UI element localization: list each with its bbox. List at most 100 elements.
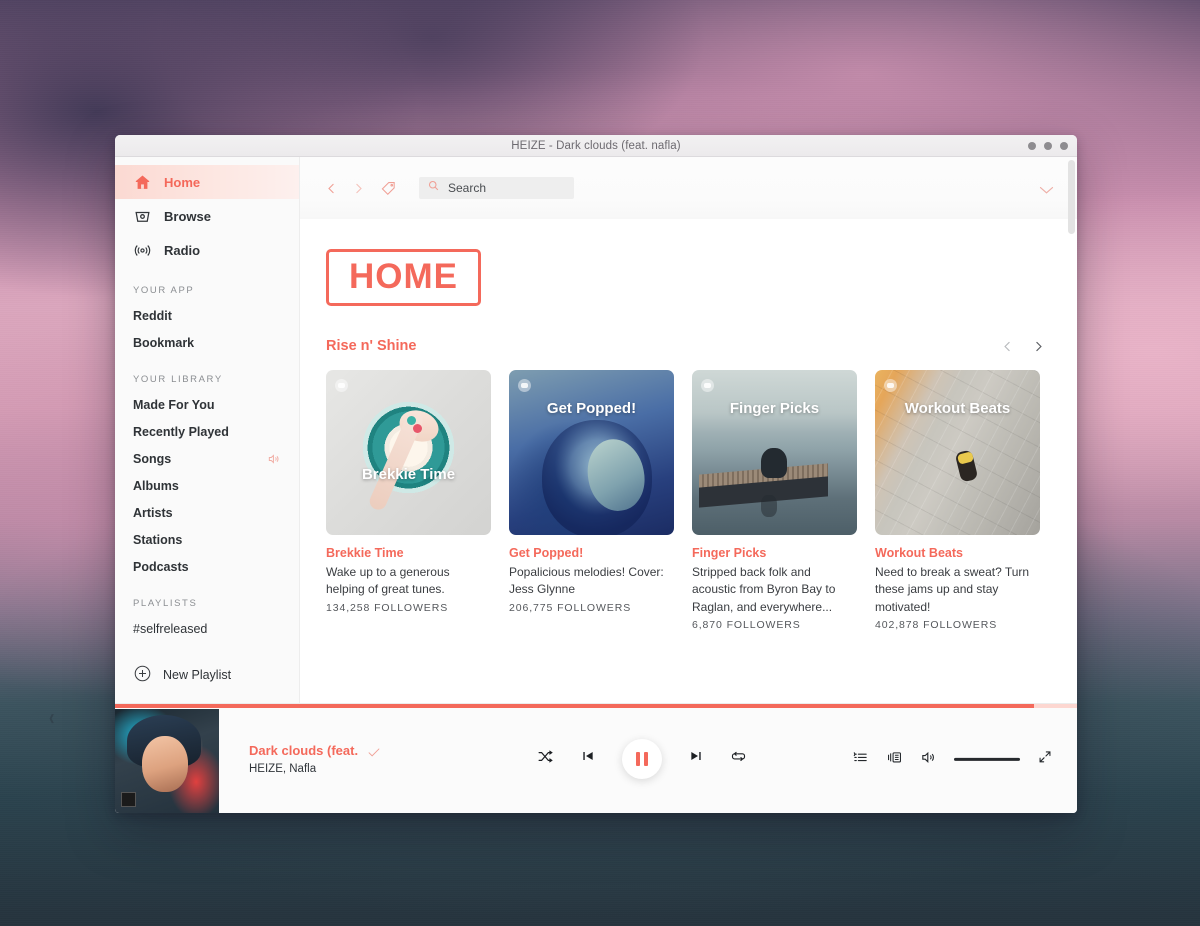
sidebar-item-browse[interactable]: Browse: [115, 199, 299, 233]
shelf-title: Rise n' Shine: [326, 338, 417, 354]
sidebar-item-podcasts-label: Podcasts: [133, 559, 189, 574]
radio-icon: [133, 241, 152, 260]
playlist-card[interactable]: Finger Picks Finger Picks Stripped back …: [692, 370, 857, 631]
window-close-button[interactable]: [1060, 141, 1068, 150]
cover-art-label: Brekkie Time: [361, 465, 456, 483]
album-art-thumbnail[interactable]: [115, 708, 219, 813]
chevron-down-icon[interactable]: [1038, 183, 1055, 194]
main-panel: Search HOME Rise n' Shine Brekkie Time B…: [300, 157, 1077, 703]
window-title: HEIZE - Dark clouds (feat. nafla): [511, 139, 681, 152]
sidebar-item-recently-played[interactable]: Recently Played: [115, 418, 299, 445]
back-button[interactable]: [324, 181, 339, 196]
playlist-followers: 402,878 FOLLOWERS: [875, 619, 998, 632]
search-placeholder: Search: [448, 181, 487, 195]
sidebar-item-albums-label: Albums: [133, 478, 179, 493]
playlist-cover-art[interactable]: Get Popped!: [509, 370, 674, 535]
sidebar-item-artists[interactable]: Artists: [115, 499, 299, 526]
sidebar-item-stations-label: Stations: [133, 532, 183, 547]
now-playing-artist[interactable]: HEIZE, Nafla: [249, 763, 499, 775]
window-titlebar[interactable]: HEIZE - Dark clouds (feat. nafla): [115, 135, 1077, 157]
playlist-cover-art[interactable]: Brekkie Time: [326, 370, 491, 535]
sidebar-item-bookmark-label: Bookmark: [133, 335, 195, 350]
browse-icon: [133, 207, 152, 226]
now-playing-info: Dark clouds (feat. HEIZE, Nafla: [249, 743, 499, 775]
album-face-shape: [142, 735, 189, 792]
sidebar-item-radio-label: Radio: [164, 242, 201, 258]
sidebar-item-reddit[interactable]: Reddit: [115, 302, 299, 329]
sidebar-item-made-for-you[interactable]: Made For You: [115, 391, 299, 418]
expand-icon[interactable]: [1037, 749, 1053, 770]
spotify-badge-icon: [884, 379, 897, 392]
home-icon: [133, 173, 152, 192]
cover-art-label: Workout Beats: [904, 399, 1011, 417]
playlist-followers: 134,258 FOLLOWERS: [326, 601, 449, 614]
new-playlist-label: New Playlist: [163, 668, 232, 682]
window-maximize-button[interactable]: [1044, 141, 1052, 150]
playback-progress-track[interactable]: [115, 704, 1077, 708]
shelf-prev-button[interactable]: [1001, 340, 1014, 353]
sidebar-item-selfreleased-label: #selfreleased: [133, 621, 208, 636]
content-scrollbar[interactable]: [1068, 160, 1075, 234]
play-pause-button[interactable]: [622, 738, 662, 779]
volume-slider[interactable]: [954, 757, 1020, 761]
sidebar-item-artists-label: Artists: [133, 505, 173, 520]
connect-device-icon[interactable]: [886, 748, 903, 770]
shelf-next-button[interactable]: [1032, 340, 1045, 353]
check-icon[interactable]: [367, 745, 381, 756]
playback-progress-fill: [115, 704, 1034, 708]
page-title: HOME: [349, 257, 458, 296]
forward-button[interactable]: [351, 181, 366, 196]
shelf-pagination: [1001, 340, 1045, 353]
repeat-icon[interactable]: [730, 748, 747, 770]
guitarist-silhouette: [761, 447, 788, 478]
playlist-cover-art[interactable]: Workout Beats: [875, 370, 1040, 535]
playlist-card[interactable]: Brekkie Time Brekkie Time Wake up to a g…: [326, 370, 491, 631]
new-playlist-button[interactable]: New Playlist: [115, 661, 299, 689]
sidebar-section-your-library: YOUR LIBRARY: [133, 374, 223, 385]
sidebar-item-home-label: Home: [164, 174, 201, 190]
playlist-title: Brekkie Time: [326, 546, 404, 560]
sidebar-item-songs[interactable]: Songs: [115, 445, 299, 472]
sidebar: Home Browse Radio YOUR APP Reddit Bookma…: [115, 157, 300, 703]
playlist-card-grid: Brekkie Time Brekkie Time Wake up to a g…: [326, 370, 1053, 631]
top-navigation-bar: Search: [300, 157, 1077, 219]
now-playing-title[interactable]: Dark clouds (feat.: [249, 743, 358, 758]
volume-icon[interactable]: [920, 748, 937, 770]
sidebar-item-selfreleased[interactable]: #selfreleased: [115, 615, 299, 642]
player-bar: Dark clouds (feat. HEIZE, Nafla: [115, 703, 1077, 813]
window-minimize-button[interactable]: [1028, 141, 1036, 150]
page-title-badge: HOME: [326, 249, 481, 306]
playlist-cover-art[interactable]: Finger Picks: [692, 370, 857, 535]
sidebar-item-bookmark[interactable]: Bookmark: [115, 329, 299, 356]
playlist-followers: 6,870 FOLLOWERS: [692, 619, 801, 632]
sidebar-item-albums[interactable]: Albums: [115, 472, 299, 499]
queue-list-icon[interactable]: [852, 748, 869, 770]
tag-icon[interactable]: [380, 180, 397, 197]
sidebar-item-browse-label: Browse: [164, 208, 211, 224]
skip-forward-icon[interactable]: [688, 748, 704, 769]
desktop-wallpaper: ❰ · HEIZE - Dark clouds (feat. nafla) Ho…: [0, 0, 1200, 926]
spotify-badge-icon: [701, 379, 714, 392]
playlist-title: Workout Beats: [875, 546, 963, 560]
now-playing-speaker-icon: [267, 452, 281, 466]
sidebar-item-radio[interactable]: Radio: [115, 233, 299, 267]
sidebar-item-reddit-label: Reddit: [133, 308, 172, 323]
sidebar-item-podcasts[interactable]: Podcasts: [115, 553, 299, 580]
pause-icon: [636, 751, 640, 766]
skip-back-icon[interactable]: [580, 748, 596, 769]
playlist-card[interactable]: Get Popped! Get Popped! Popalicious melo…: [509, 370, 674, 631]
sidebar-item-stations[interactable]: Stations: [115, 526, 299, 553]
bird-decoration: ❰: [48, 713, 56, 723]
playlist-description: Popalicious melodies! Cover: Jess Glynne: [509, 565, 664, 597]
sidebar-item-made-for-you-label: Made For You: [133, 397, 215, 412]
sidebar-section-your-app: YOUR APP: [133, 285, 195, 296]
music-app-window: HEIZE - Dark clouds (feat. nafla) Home B…: [115, 135, 1077, 813]
search-input[interactable]: Search: [419, 177, 574, 199]
cover-art-label: Get Popped!: [546, 399, 637, 417]
sidebar-item-home[interactable]: Home: [115, 165, 299, 199]
shuffle-icon[interactable]: [537, 748, 554, 770]
sidebar-item-songs-label: Songs: [133, 451, 172, 466]
playlist-description: Need to break a sweat? Turn these jams u…: [875, 565, 1030, 614]
cover-art-label: Finger Picks: [729, 399, 820, 417]
playlist-card[interactable]: Workout Beats Workout Beats Need to brea…: [875, 370, 1040, 631]
